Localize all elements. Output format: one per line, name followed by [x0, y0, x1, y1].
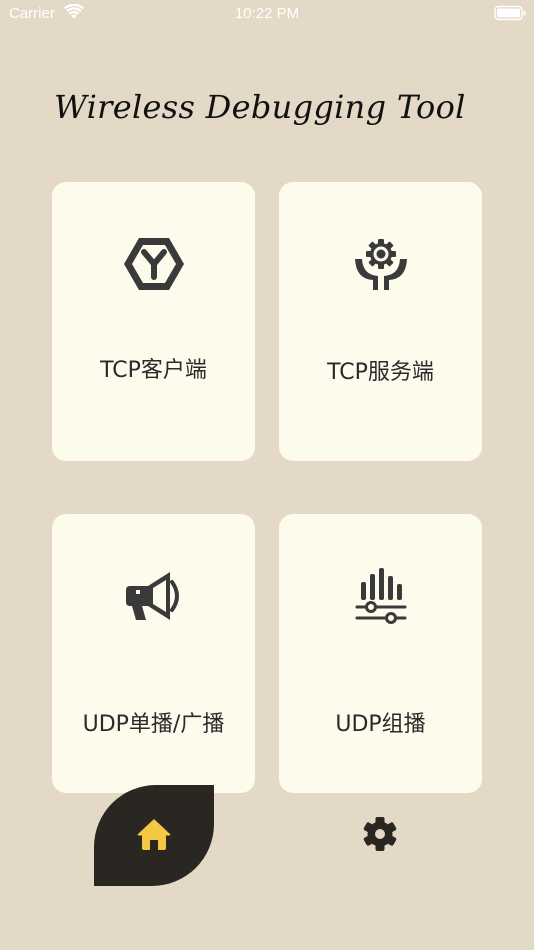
tab-settings[interactable] — [352, 808, 408, 864]
gear-hands-icon — [279, 232, 482, 296]
home-icon — [136, 817, 172, 855]
page-title: Wireless Debugging Tool — [54, 88, 466, 126]
gear-icon — [362, 816, 398, 856]
battery-icon — [494, 5, 526, 25]
tab-home[interactable] — [94, 785, 214, 886]
tcp-client-card[interactable]: TCP客户端 — [52, 182, 255, 461]
udp-unicast-label: UDP单播/广播 — [82, 712, 225, 737]
tcp-client-label: TCP客户端 — [100, 358, 207, 383]
tcp-server-card[interactable]: TCP服务端 — [279, 182, 482, 461]
udp-unicast-card[interactable]: UDP单播/广播 — [52, 514, 255, 793]
equalizer-sliders-icon — [279, 564, 482, 628]
hexagon-y-icon — [52, 232, 255, 296]
udp-multicast-card[interactable]: UDP组播 — [279, 514, 482, 793]
megaphone-icon — [52, 564, 255, 628]
tcp-server-label: TCP服务端 — [327, 360, 434, 385]
status-time: 10:22 PM — [234, 5, 300, 22]
udp-multicast-label: UDP组播 — [335, 712, 426, 737]
status-bar: Carrier 10:22 PM — [0, 0, 534, 28]
